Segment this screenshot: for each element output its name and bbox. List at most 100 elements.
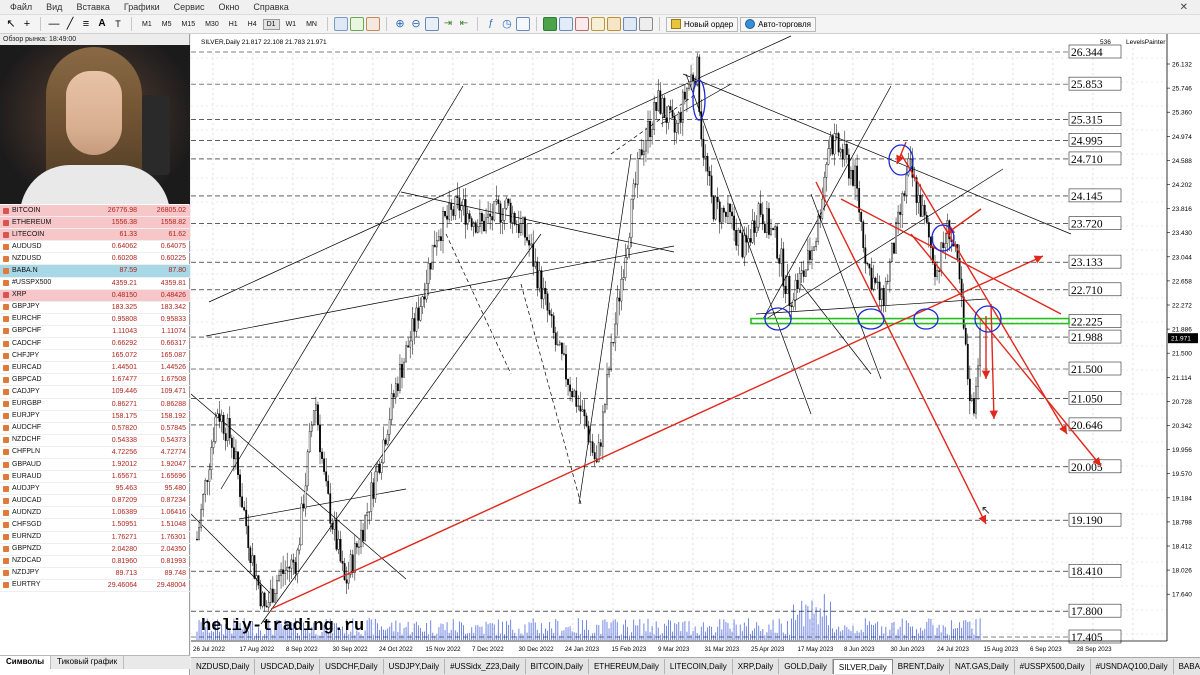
- profiles-icon[interactable]: [558, 17, 573, 31]
- timeframe-h4[interactable]: H4: [244, 19, 261, 30]
- chart-tab[interactable]: USDJPY,Daily: [384, 659, 446, 674]
- chart-tab[interactable]: GOLD,Daily: [779, 659, 833, 674]
- zoom-out-icon[interactable]: ⊖: [409, 17, 423, 31]
- quote-row[interactable]: #USSPX500 4359.21 4359.81: [0, 278, 190, 290]
- label-icon[interactable]: T: [111, 17, 125, 31]
- quote-row[interactable]: EURCAD 1.44501 1.44526: [0, 362, 190, 375]
- quote-row[interactable]: AUDUSD 0.64062 0.64075: [0, 241, 190, 254]
- chart-tab[interactable]: NAT.GAS,Daily: [950, 659, 1015, 674]
- new-order-button[interactable]: Новый ордер: [665, 16, 739, 32]
- timeframe-m30[interactable]: M30: [201, 19, 223, 30]
- quote-row[interactable]: AUDNZD 1.06389 1.06416: [0, 507, 190, 520]
- menu-insert[interactable]: Вставка: [69, 2, 116, 12]
- candle-body: [567, 378, 569, 385]
- timeframe-d1[interactable]: D1: [262, 18, 280, 30]
- quote-row[interactable]: GBPAUD 1.92012 1.92047: [0, 459, 190, 472]
- quote-row[interactable]: XRP 0.48150 0.48426: [0, 289, 190, 302]
- quote-row[interactable]: EURAUD 1.65671 1.65696: [0, 471, 190, 484]
- auto-trading-button[interactable]: Авто-торговля: [740, 16, 816, 32]
- quote-row[interactable]: CHFPLN 4.72256 4.72774: [0, 447, 190, 459]
- chart-tab[interactable]: #USNDAQ100,Daily: [1091, 659, 1174, 674]
- chart-tab[interactable]: XRP,Daily: [733, 659, 780, 674]
- tab-tick-chart[interactable]: Тиковый график: [51, 656, 125, 669]
- candlestick-icon[interactable]: [349, 17, 364, 31]
- chart-tab[interactable]: SILVER,Daily: [832, 659, 893, 674]
- new-chart-icon[interactable]: [542, 17, 557, 31]
- timeframe-w1[interactable]: W1: [282, 19, 301, 30]
- quote-row[interactable]: NZDJPY 89.713 89.748: [0, 568, 190, 580]
- timeframe-m1[interactable]: M1: [138, 19, 156, 30]
- trendline-icon[interactable]: ╱: [63, 17, 77, 31]
- navigator-icon[interactable]: [606, 17, 621, 31]
- chart-shift-icon[interactable]: ⇤: [457, 17, 471, 31]
- quote-row[interactable]: CHFSGD 1.50951 1.51048: [0, 519, 190, 532]
- text-icon[interactable]: A: [95, 17, 109, 31]
- quote-row[interactable]: AUDJPY 95.463 95.480: [0, 483, 190, 496]
- quote-row[interactable]: AUDCAD 0.87209 0.87234: [0, 495, 190, 508]
- quote-row[interactable]: NZDCAD 0.81960 0.81993: [0, 556, 190, 568]
- chart-tab[interactable]: NZDUSD,Daily: [191, 659, 256, 674]
- cursor-icon[interactable]: ↖: [4, 17, 18, 31]
- candle-body: [647, 121, 649, 141]
- quote-row[interactable]: AUDCHF 0.57820 0.57845: [0, 423, 190, 435]
- chart-window[interactable]: 26.344 25.853 25.315 24.995 24.710 24.145 23.7…: [191, 34, 1200, 657]
- chart-tab[interactable]: USDCAD,Daily: [255, 659, 321, 674]
- templates-icon[interactable]: [515, 17, 530, 31]
- quote-row[interactable]: CHFJPY 165.072 165.087: [0, 350, 190, 363]
- market-watch-icon[interactable]: [574, 17, 589, 31]
- crosshair-icon[interactable]: +: [20, 17, 34, 31]
- quote-row[interactable]: BITCOIN 26776.98 26805.02: [0, 205, 190, 218]
- bar-chart-icon[interactable]: [333, 17, 348, 31]
- quote-row[interactable]: EURTRY 29.46064 29.48004: [0, 580, 190, 592]
- chart-tab[interactable]: LITECOIN,Daily: [665, 659, 733, 674]
- autoscroll-icon[interactable]: ⇥: [441, 17, 455, 31]
- quote-row[interactable]: EURJPY 158.175 158.192: [0, 411, 190, 423]
- menu-charts[interactable]: Графики: [117, 2, 167, 12]
- quote-row[interactable]: NZDCHF 0.54338 0.54373: [0, 435, 190, 447]
- quote-row[interactable]: LITECOIN 61.33 61.62: [0, 229, 190, 242]
- quote-row[interactable]: GBPCHF 1.11043 1.11074: [0, 326, 190, 339]
- timeframe-h1[interactable]: H1: [225, 19, 242, 30]
- timeframe-m5[interactable]: M5: [158, 19, 176, 30]
- data-window-icon[interactable]: [590, 17, 605, 31]
- chart-tab[interactable]: #USSPX500,Daily: [1015, 659, 1091, 674]
- chart-tab[interactable]: ETHEREUM,Daily: [589, 659, 665, 674]
- quote-row[interactable]: GBPCAD 1.67477 1.67508: [0, 374, 190, 387]
- quote-row[interactable]: ETHEREUM 1556.38 1558.82: [0, 217, 190, 230]
- strategy-tester-icon[interactable]: [638, 17, 653, 31]
- menu-window[interactable]: Окно: [212, 2, 247, 12]
- quote-row[interactable]: NZDUSD 0.60208 0.60225: [0, 253, 190, 266]
- quote-row[interactable]: EURNZD 1.76271 1.76301: [0, 532, 190, 544]
- quote-row[interactable]: GBPJPY 183.325 183.342: [0, 302, 190, 314]
- quote-row[interactable]: BABA.N 87.59 87.80: [0, 265, 190, 278]
- quote-row[interactable]: EURGBP 0.86271 0.86288: [0, 399, 190, 411]
- close-icon[interactable]: ✕: [1180, 2, 1188, 13]
- timeframe-mn[interactable]: MN: [302, 19, 321, 30]
- tab-symbols[interactable]: Символы: [0, 656, 52, 669]
- menu-tools[interactable]: Сервис: [167, 2, 212, 12]
- quote-row[interactable]: GBPNZD 2.04280 2.04350: [0, 544, 190, 556]
- menu-view[interactable]: Вид: [39, 2, 69, 12]
- timeframe-m15[interactable]: M15: [177, 19, 199, 30]
- quote-row[interactable]: CADCHF 0.66292 0.66317: [0, 338, 190, 351]
- quote-row[interactable]: EURCHF 0.95808 0.95833: [0, 314, 190, 326]
- chart-tab[interactable]: BABA.N,Daily: [1174, 659, 1200, 674]
- menu-file[interactable]: Файл: [3, 2, 39, 12]
- chart-tab[interactable]: USDCHF,Daily: [320, 659, 384, 674]
- candle-body: [536, 261, 539, 289]
- menu-help[interactable]: Справка: [246, 2, 295, 12]
- quote-row[interactable]: CADJPY 109.446 109.471: [0, 386, 190, 399]
- price-chart[interactable]: 26.344 25.853 25.315 24.995 24.710 24.145 23.7…: [191, 34, 1200, 657]
- zoom-in-icon[interactable]: ⊕: [393, 17, 407, 31]
- periods-icon[interactable]: ◷: [500, 17, 514, 31]
- tile-windows-icon[interactable]: [424, 17, 439, 31]
- indicators-icon[interactable]: ƒ: [484, 17, 498, 31]
- candle-body: [253, 555, 256, 579]
- terminal-icon[interactable]: [622, 17, 637, 31]
- chart-tab[interactable]: #USSidx_Z23,Daily: [445, 659, 526, 674]
- horizontal-line-icon[interactable]: —: [47, 17, 61, 31]
- line-chart-icon[interactable]: [365, 17, 380, 31]
- chart-tab[interactable]: BRENT,Daily: [893, 659, 950, 674]
- channel-icon[interactable]: ≡: [79, 17, 93, 31]
- chart-tab[interactable]: BITCOIN,Daily: [526, 659, 589, 674]
